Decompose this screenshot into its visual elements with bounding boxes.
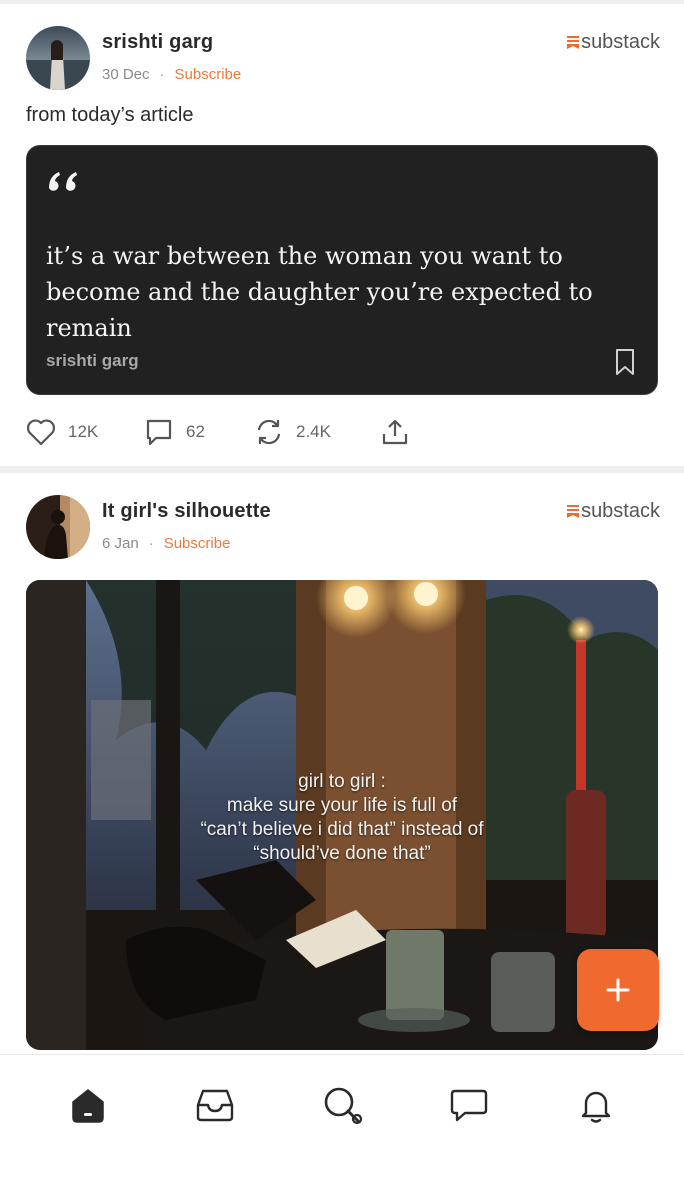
post-actions: 12K 62 2.4K [26,415,666,449]
post-meta: 30 Dec · Subscribe [102,66,242,83]
restack-icon [257,419,281,445]
substack-mark-icon [567,505,580,518]
subscribe-link[interactable]: Subscribe [164,535,231,552]
post-separator [0,466,684,473]
quote-mark-icon [49,172,77,191]
comment-icon [146,419,172,446]
substack-logo: substack [567,31,660,54]
quote-text: it’s a war between the woman you want to… [46,242,593,342]
substack-logo: substack [567,500,660,523]
restack-count: 2.4K [296,422,331,441]
share-button[interactable] [380,415,422,449]
inbox-icon [196,1089,234,1122]
caption-line: girl to girl : [298,771,386,792]
restack-button[interactable]: 2.4K [254,415,331,449]
author-name[interactable]: It girl's silhouette [102,500,271,523]
home-icon [72,1089,104,1123]
comment-count: 62 [186,422,205,441]
bottom-nav [0,1054,684,1201]
avatar[interactable] [26,495,90,559]
chat-icon [450,1089,488,1122]
author-name[interactable]: srishti garg [102,31,213,54]
quote-card[interactable]: it’s a war between the woman you want to… [26,145,658,395]
new-post-button[interactable] [577,949,659,1031]
nav-notifications[interactable] [574,1083,618,1127]
bookmark-icon[interactable] [615,348,635,376]
bell-icon [581,1091,611,1123]
image-caption: girl to girl : make sure your life is fu… [26,770,658,866]
caption-line: “should’ve done that” [253,843,431,864]
post-date: 6 Jan [102,535,139,552]
post-image[interactable]: girl to girl : make sure your life is fu… [26,580,658,1050]
post-date: 30 Dec [102,66,150,83]
substack-mark-icon [567,36,580,49]
post-meta: 6 Jan · Subscribe [102,535,231,552]
like-button[interactable]: 12K [26,415,98,449]
like-count: 12K [68,422,99,441]
caption-line: “can’t believe i did that” instead of [200,819,484,840]
heart-icon [27,419,55,446]
subscribe-link[interactable]: Subscribe [175,66,242,83]
substack-wordmark: substack [581,31,660,53]
top-edge [0,0,684,4]
post-header: srishti garg 30 Dec · Subscribe substack [26,26,660,92]
nav-home[interactable] [66,1083,110,1127]
post-text: from today’s article [26,104,194,126]
avatar[interactable] [26,26,90,90]
share-icon [382,419,408,445]
nav-inbox[interactable] [193,1083,237,1127]
comment-button[interactable]: 62 [144,415,205,449]
substack-wordmark: substack [581,500,660,522]
post-header: It girl's silhouette 6 Jan · Subscribe sub… [26,495,660,561]
plus-icon [606,978,630,1002]
nav-chat[interactable] [447,1083,491,1127]
nav-search[interactable] [320,1083,364,1127]
quote-author: srishti garg [46,351,139,370]
caption-line: make sure your life is full of [226,795,458,816]
search-icon [324,1087,363,1125]
